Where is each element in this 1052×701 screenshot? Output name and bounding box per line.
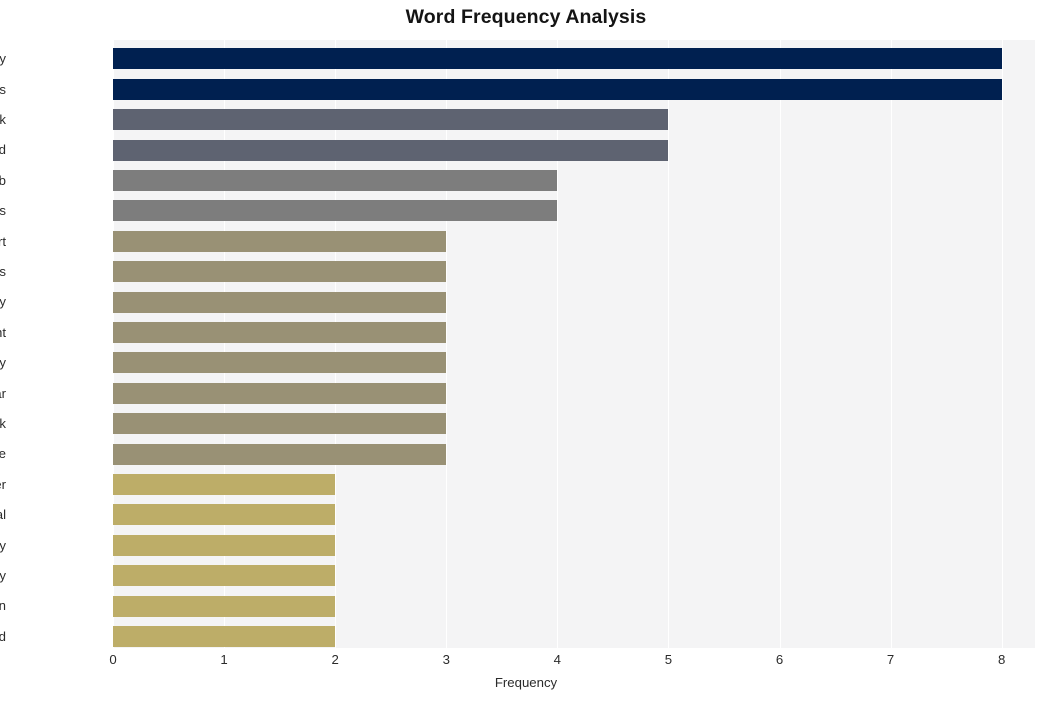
y-axis-label: company bbox=[0, 294, 6, 310]
word-frequency-chart: Word Frequency Analysis cybersecurity wor… bbox=[0, 0, 1052, 701]
y-axis-label: frequently bbox=[0, 537, 6, 553]
y-axis-label: professionals bbox=[0, 264, 6, 279]
bar-row bbox=[113, 109, 1035, 131]
x-axis-tick: 3 bbox=[442, 652, 450, 667]
bar bbox=[113, 534, 336, 556]
bar-row bbox=[113, 169, 1035, 191]
bar-row bbox=[113, 78, 1035, 100]
y-axis-label: workers bbox=[0, 81, 6, 97]
gridline bbox=[335, 40, 337, 648]
y-axis-label: bitdefender bbox=[0, 476, 6, 492]
y-axis-label: report bbox=[0, 233, 6, 249]
y-axis-label: look bbox=[0, 416, 6, 431]
x-axis-tick: 2 bbox=[331, 652, 339, 667]
x-axis-title: Frequency bbox=[494, 675, 558, 690]
y-axis-label: nearly bbox=[0, 355, 6, 371]
y-axis-label: job bbox=[0, 172, 6, 188]
bar bbox=[113, 565, 336, 587]
gridline bbox=[113, 40, 114, 648]
bar bbox=[113, 352, 447, 374]
y-axis-label: highlight bbox=[0, 324, 6, 340]
bar-row bbox=[113, 534, 1035, 556]
bar bbox=[113, 443, 447, 465]
bar-row bbox=[113, 291, 1035, 313]
x-axis-tick: 7 bbox=[886, 652, 895, 667]
bar bbox=[113, 595, 336, 617]
bar bbox=[113, 413, 447, 435]
gridline bbox=[890, 40, 892, 648]
bar-row bbox=[113, 595, 1035, 617]
bar-row bbox=[113, 565, 1035, 587]
bar-row bbox=[113, 382, 1035, 404]
gridline bbox=[1001, 40, 1003, 648]
x-axis-tick: 8 bbox=[998, 652, 1006, 667]
y-axis-label: threats bbox=[0, 203, 6, 219]
y-axis-label: reveal bbox=[0, 507, 6, 523]
bar bbox=[113, 473, 336, 495]
gridline bbox=[779, 40, 781, 648]
gridline bbox=[224, 40, 226, 648]
bar bbox=[113, 291, 447, 313]
y-axis-label: weekend bbox=[0, 142, 6, 158]
bar bbox=[113, 625, 336, 647]
y-axis-label: concern bbox=[0, 598, 6, 614]
bar bbox=[113, 139, 669, 161]
bar-row bbox=[113, 473, 1035, 495]
y-axis-label: cybersecurity bbox=[0, 51, 6, 67]
x-axis-tick: 4 bbox=[553, 652, 561, 667]
x-axis-tick: 0 bbox=[109, 652, 117, 667]
bar bbox=[113, 169, 558, 191]
bar-row bbox=[113, 352, 1035, 374]
bar bbox=[113, 230, 447, 252]
bar bbox=[113, 109, 669, 131]
bar bbox=[113, 321, 447, 343]
bar-row bbox=[113, 443, 1035, 465]
y-axis-label: security bbox=[0, 568, 6, 583]
bar-row bbox=[113, 200, 1035, 222]
y-axis-label: lead bbox=[0, 628, 6, 644]
bar-row bbox=[113, 230, 1035, 252]
bar bbox=[113, 78, 1002, 100]
y-axis-label: increase bbox=[0, 446, 6, 462]
bar-row bbox=[113, 139, 1035, 161]
gridline bbox=[446, 40, 448, 648]
bar bbox=[113, 48, 1002, 70]
gridline bbox=[557, 40, 559, 648]
bar-row bbox=[113, 261, 1035, 283]
chart-title: Word Frequency Analysis bbox=[405, 6, 647, 28]
x-axis-tick: 1 bbox=[220, 652, 228, 667]
bar-row bbox=[113, 48, 1035, 70]
bar-row bbox=[113, 413, 1035, 435]
gridline bbox=[668, 40, 670, 648]
bar-row bbox=[113, 504, 1035, 526]
y-axis-label: year bbox=[0, 385, 6, 401]
x-axis-tick: 6 bbox=[775, 652, 784, 667]
plot-area bbox=[113, 40, 1035, 648]
bar bbox=[113, 200, 558, 222]
bar bbox=[113, 261, 447, 283]
bar-row bbox=[113, 625, 1035, 647]
y-axis-label: work bbox=[0, 112, 6, 127]
bar bbox=[113, 504, 336, 526]
bar-row bbox=[113, 321, 1035, 343]
bar bbox=[113, 382, 447, 404]
x-axis-tick: 5 bbox=[664, 652, 673, 667]
